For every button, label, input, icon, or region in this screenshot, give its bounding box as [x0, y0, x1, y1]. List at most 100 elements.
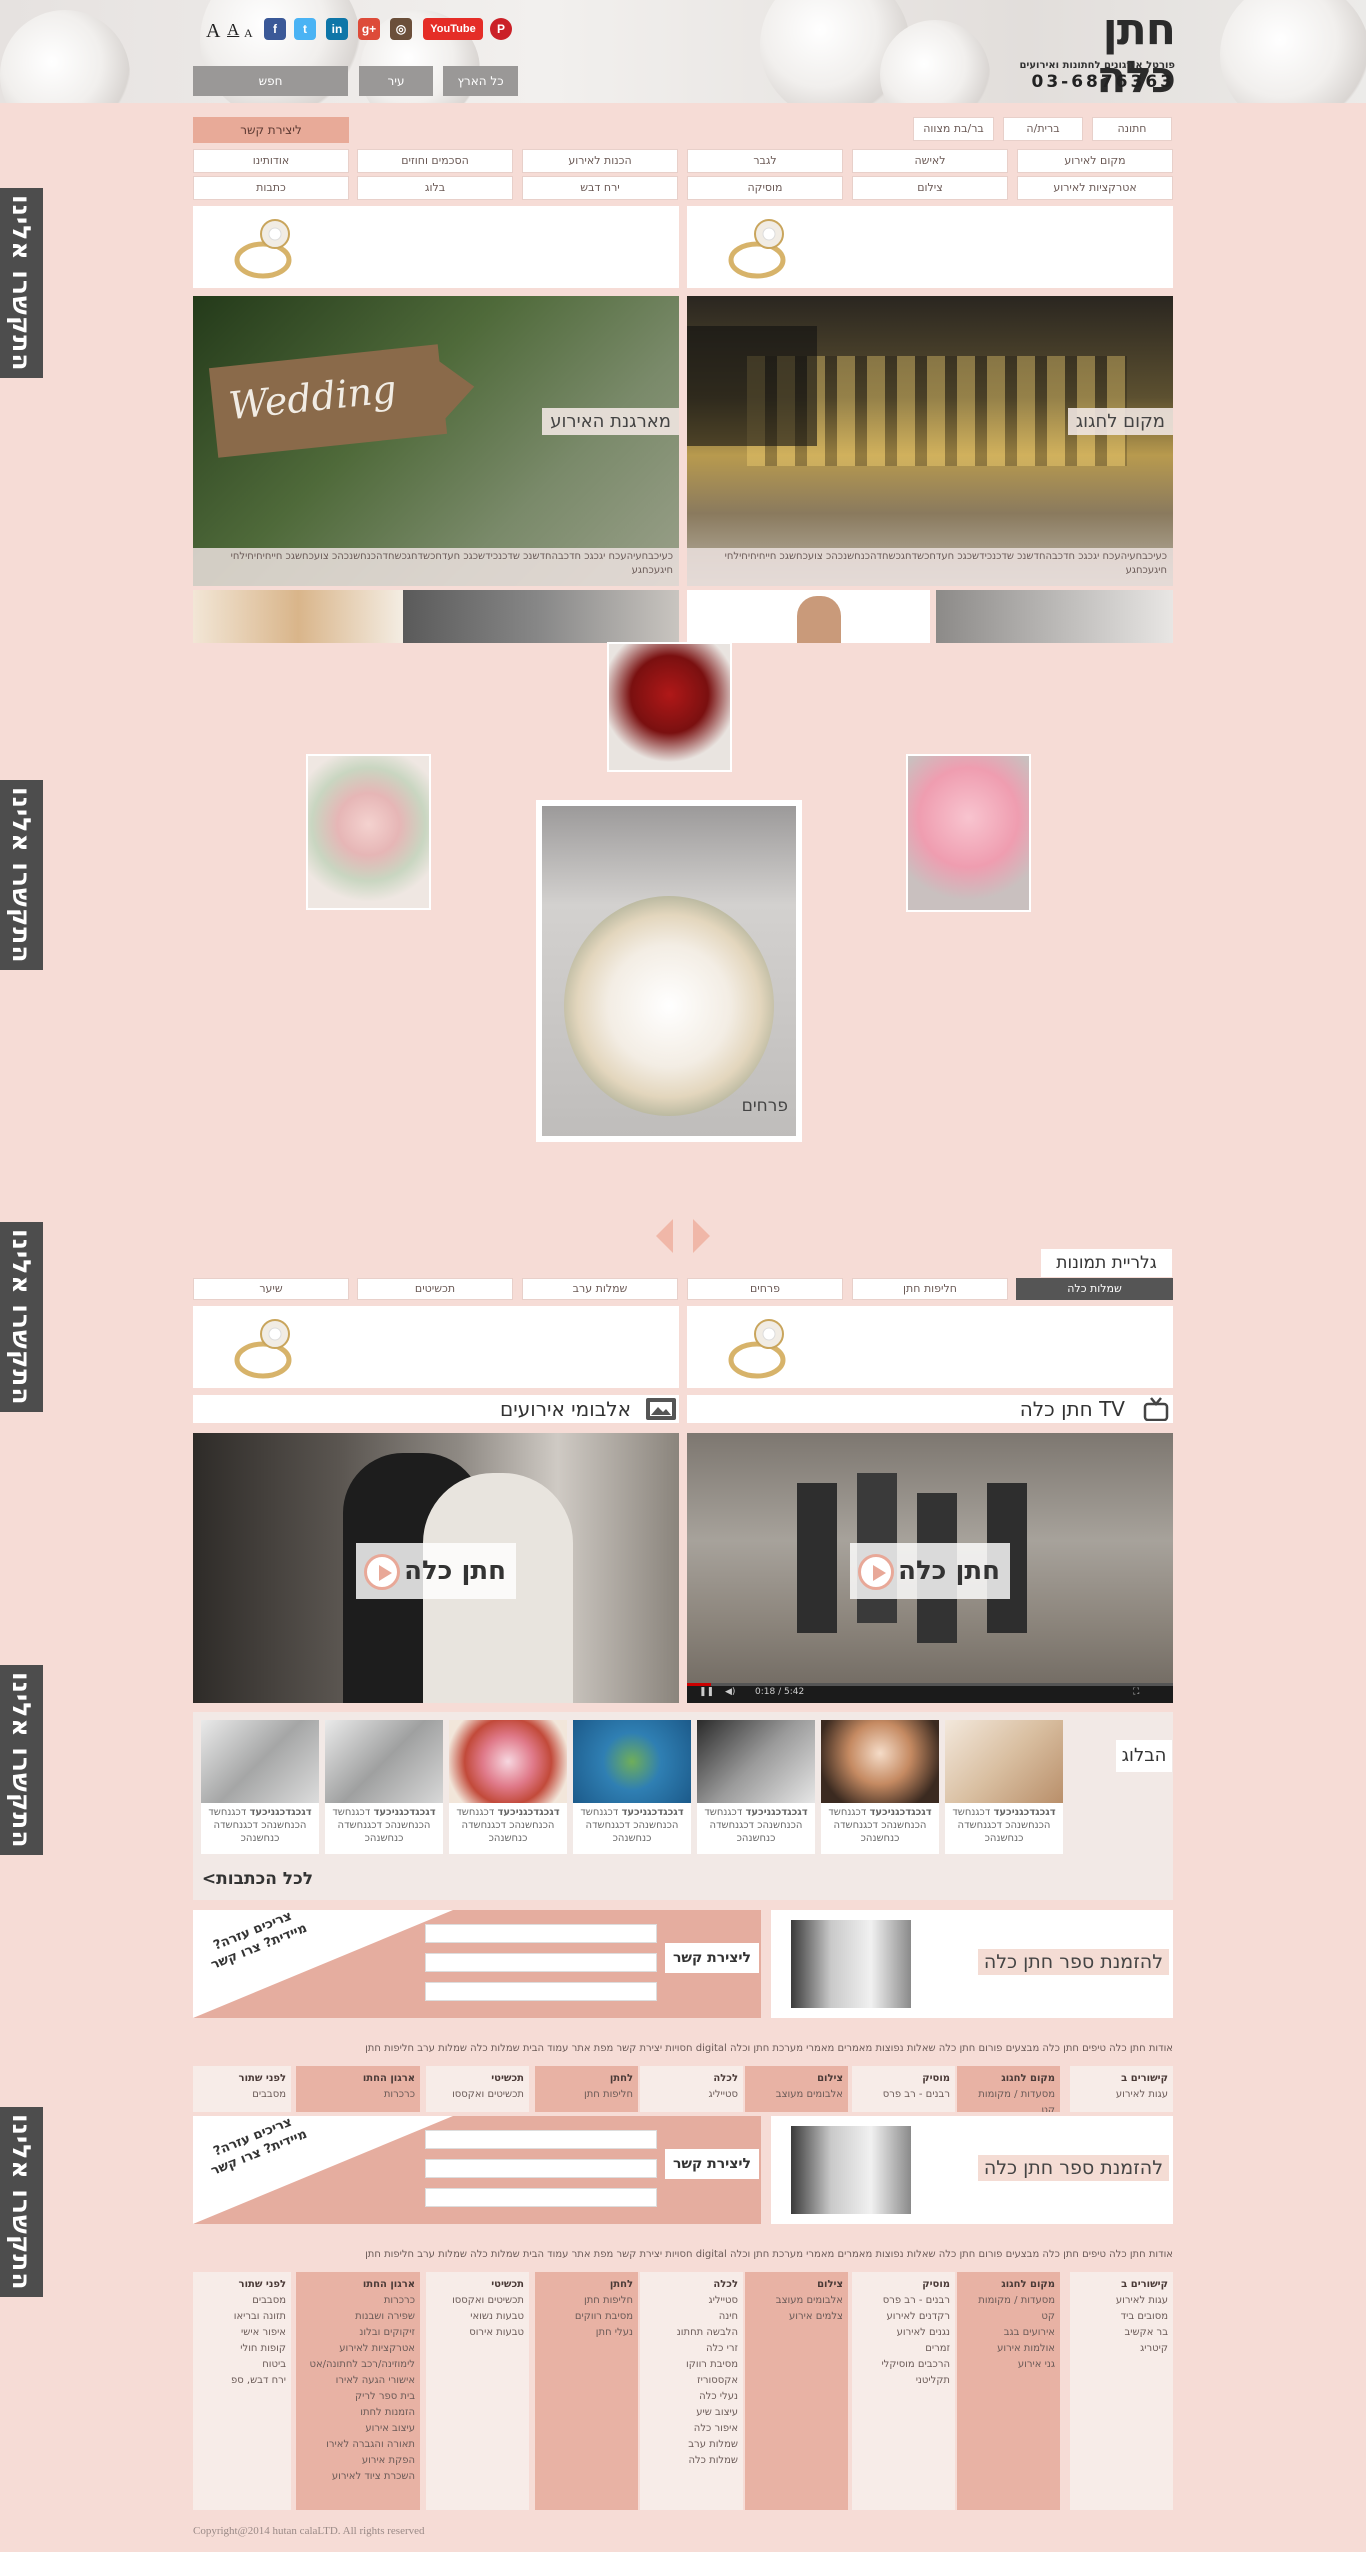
footer-link[interactable]: זרי כלה [645, 2341, 738, 2357]
footer-link[interactable]: איפור כלה [645, 2421, 738, 2437]
footer-link[interactable]: הרכבים מוסיקלי [857, 2357, 950, 2373]
footer-link[interactable]: בית ספר לריק [301, 2389, 415, 2405]
font-size-small[interactable]: A [244, 26, 253, 41]
gallery-next-arrow[interactable] [693, 1219, 710, 1253]
facebook-icon[interactable]: f [264, 18, 286, 40]
footer-link[interactable]: אירועים בגב [962, 2325, 1055, 2341]
gallery-tab-evening-dresses[interactable]: שמלות ערב [522, 1278, 678, 1300]
gallery-tab-wedding-dresses[interactable]: שמלות כלה [1016, 1278, 1173, 1300]
nav-about[interactable]: אודותינו [193, 149, 349, 173]
blog-card[interactable]: דגכגדכגניכעד דכגנחשד הכנחשנהכ דכגנחשדה כ… [945, 1720, 1063, 1854]
email-field[interactable] [425, 2188, 657, 2207]
font-size-large[interactable]: A [206, 20, 220, 43]
contact-submit-button[interactable]: ליצירת קשר [665, 1943, 759, 1973]
instagram-icon[interactable]: ◎ [390, 18, 412, 40]
footer-link[interactable]: עגות לאירוע [1075, 2293, 1168, 2309]
call-us-tab[interactable]: התקשרו אלינו [0, 780, 43, 970]
city-select[interactable]: עיר [359, 66, 433, 96]
footer-link[interactable]: סטייליג [709, 2089, 739, 2100]
footer-links[interactable]: אודות חתן כלה טיפים חתן כלה מבצעים פורום… [193, 2244, 1173, 2266]
email-field[interactable] [425, 1982, 657, 2001]
footer-link[interactable]: עיצוב שיע [645, 2405, 738, 2421]
footer-link[interactable]: מסיבת רווקים [540, 2309, 633, 2325]
blog-card[interactable]: דגכגדכגניכעד דכגנחשד הכנחשנהכ דכגנחשדה כ… [573, 1720, 691, 1854]
blog-card[interactable]: דגכגדכגניכעד דכגנחשד הכנחשנהכ דכגנחשדה כ… [449, 1720, 567, 1854]
nav-articles[interactable]: כתבות [193, 176, 349, 200]
gallery-prev-arrow[interactable] [656, 1219, 673, 1253]
footer-link[interactable]: הפקת אירוע [301, 2453, 415, 2469]
gallery-tab-flowers[interactable]: פרחים [687, 1278, 843, 1300]
linkedin-icon[interactable]: in [326, 18, 348, 40]
phone-field[interactable] [425, 1953, 657, 1972]
footer-link[interactable]: טבעות אירוס [431, 2325, 524, 2341]
pinterest-icon[interactable]: P [490, 18, 512, 40]
footer-link[interactable]: חליפות חתן [584, 2089, 633, 2100]
footer-link[interactable]: זמרים [857, 2341, 950, 2357]
call-us-tab[interactable]: התקשרו אלינו [0, 1222, 43, 1412]
footer-link[interactable]: הזמנות לחתו [301, 2405, 415, 2421]
promo-venue[interactable]: מקום לחגוג כעיכבחעיהעכח יגכגכ חדכבהחדשנכ… [687, 296, 1173, 586]
gallery-photo-featured[interactable]: פרחים [536, 800, 802, 1142]
nav-contracts[interactable]: הסכמים וחוזים [357, 149, 513, 173]
google-plus-icon[interactable]: g+ [358, 18, 380, 40]
promo-organizer[interactable]: Wedding מארגנת האירוע כעיכבחעיהעכח יגכגכ… [193, 296, 679, 586]
strip-image-car[interactable] [403, 590, 679, 643]
footer-link[interactable]: גני אירוע [962, 2357, 1055, 2373]
footer-link[interactable]: עיצוב אירוע [301, 2421, 415, 2437]
ad-banner[interactable] [687, 206, 1173, 288]
footer-link[interactable]: כרכרות [301, 2293, 415, 2309]
strip-image-groom[interactable] [687, 590, 930, 643]
youtube-icon[interactable]: YouTube [423, 18, 483, 40]
albums-video-player[interactable]: חתן כלה [193, 1433, 679, 1703]
footer-link[interactable]: הלבשה תחתונ [645, 2325, 738, 2341]
twitter-icon[interactable]: t [294, 18, 316, 40]
play-icon[interactable] [858, 1554, 894, 1590]
nav-venue[interactable]: מקום לאירוע [1017, 149, 1173, 173]
footer-link[interactable]: השכרת ציוד לאירוע [301, 2469, 415, 2485]
footer-link[interactable]: כרכרות [384, 2089, 415, 2100]
font-size-medium[interactable]: A [227, 20, 239, 40]
footer-link[interactable]: אקססוריז [645, 2373, 738, 2389]
footer-link[interactable]: אישורי הגעה לאירו [301, 2373, 415, 2389]
ad-banner[interactable] [687, 1306, 1173, 1388]
nav-for-bride[interactable]: לאישה [852, 149, 1008, 173]
footer-link[interactable]: שמלות כלה [645, 2453, 738, 2469]
fullscreen-icon[interactable]: ⛶ [1133, 1687, 1139, 1697]
nav-attractions[interactable]: אטרקציות לאירוע [1017, 176, 1173, 200]
nav-bar-mitzvah[interactable]: בר/בת מצווה [913, 117, 994, 141]
gallery-photo-bouquet[interactable] [306, 754, 431, 910]
gallery-tab-hair[interactable]: שיער [193, 1278, 349, 1300]
footer-link[interactable]: תזונה ובריאו [198, 2309, 286, 2325]
gallery-photo-pink-roses[interactable] [906, 754, 1031, 912]
volume-icon[interactable]: ◀) [725, 1687, 735, 1697]
tv-video-player[interactable]: חתן כלה ❚❚ ◀) 0:18 / 5:42 ⛶ [687, 1433, 1173, 1703]
gallery-tab-groom-suits[interactable]: חליפות חתן [852, 1278, 1008, 1300]
strip-image-rings[interactable] [193, 590, 403, 643]
play-pause-icon[interactable]: ❚❚ [699, 1687, 714, 1697]
nav-for-groom[interactable]: לגבר [687, 149, 843, 173]
nav-preparations[interactable]: הכנות לאירוע [522, 149, 678, 173]
footer-link[interactable]: רבנים - רב פרס [883, 2089, 950, 2100]
footer-link[interactable]: עגות לאירוע [1116, 2089, 1168, 2100]
footer-link[interactable]: קופות חולי [198, 2341, 286, 2357]
footer-link[interactable]: מסיבת רווקו [645, 2357, 738, 2373]
footer-link[interactable]: קיטריג [1075, 2341, 1168, 2357]
footer-link[interactable]: נגנים לאירוע [857, 2325, 950, 2341]
nav-photography[interactable]: צילום [852, 176, 1008, 200]
video-progress-track[interactable] [687, 1683, 1173, 1686]
blog-card[interactable]: דגכגדכגניכעד דכגנחשד הכנחשנהכ דכגנחשדה כ… [201, 1720, 319, 1854]
nav-honeymoon[interactable]: ירח דבש [522, 176, 678, 200]
footer-link[interactable]: רבנים - רב פרס [857, 2293, 950, 2309]
blog-card[interactable]: דגכגדכגניכעד דכגנחשד הכנחשנהכ דכגנחשדה כ… [325, 1720, 443, 1854]
blog-card[interactable]: דגכגדכגניכעד דכגנחשד הכנחשנהכ דכגנחשדה כ… [697, 1720, 815, 1854]
footer-link[interactable]: אלבומים מעוצב [776, 2089, 843, 2100]
call-us-tab[interactable]: התקשרו אלינו [0, 1665, 43, 1855]
nav-wedding[interactable]: חתונה [1092, 117, 1172, 141]
nav-music[interactable]: מוסיקה [687, 176, 843, 200]
region-select[interactable]: כל הארץ [443, 66, 518, 96]
footer-link[interactable]: נעלי חתן [540, 2325, 633, 2341]
search-button[interactable]: חפש [193, 66, 348, 96]
nav-blog[interactable]: בלוג [357, 176, 513, 200]
footer-link[interactable]: תקליטני [857, 2373, 950, 2389]
footer-link[interactable]: רקדנים לאירוע [857, 2309, 951, 2325]
